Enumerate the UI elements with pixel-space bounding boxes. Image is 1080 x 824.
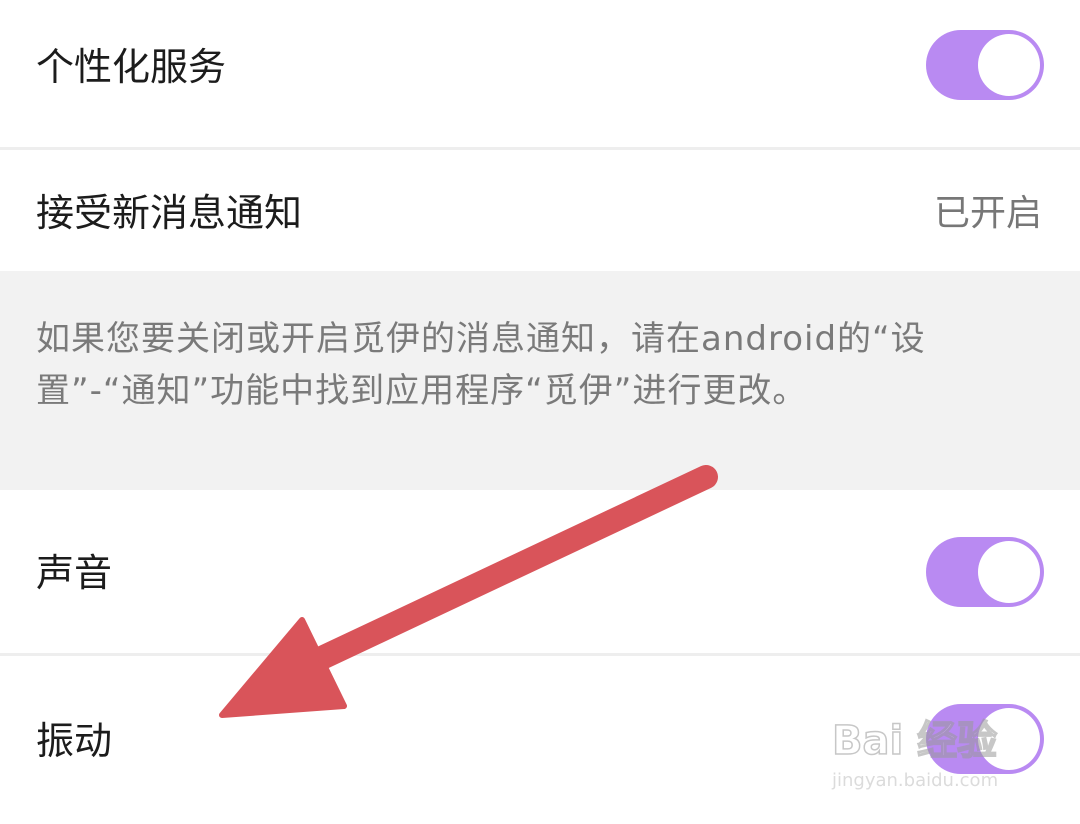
vibration-toggle[interactable] (926, 704, 1044, 774)
personalized-service-row: 个性化服务 (0, 0, 1080, 147)
sound-row: 声音 (0, 490, 1080, 653)
toggle-knob (978, 541, 1040, 603)
notification-info-text: 如果您要关闭或开启觅伊的消息通知，请在android的“设置”-“通知”功能中找… (36, 319, 926, 411)
personalized-service-toggle[interactable] (926, 30, 1044, 100)
notification-info-box: 如果您要关闭或开启觅伊的消息通知，请在android的“设置”-“通知”功能中找… (0, 271, 1080, 490)
new-message-notification-row[interactable]: 接受新消息通知 已开启 (0, 150, 1080, 271)
vibration-label: 振动 (36, 719, 113, 763)
personalized-service-label: 个性化服务 (36, 45, 227, 89)
sound-toggle[interactable] (926, 537, 1044, 607)
toggle-knob (978, 708, 1040, 770)
toggle-knob (978, 34, 1040, 96)
new-message-notification-label: 接受新消息通知 (36, 191, 303, 235)
vibration-row: 振动 (0, 656, 1080, 824)
sound-label: 声音 (36, 551, 113, 595)
notification-status-value: 已开启 (933, 193, 1042, 234)
